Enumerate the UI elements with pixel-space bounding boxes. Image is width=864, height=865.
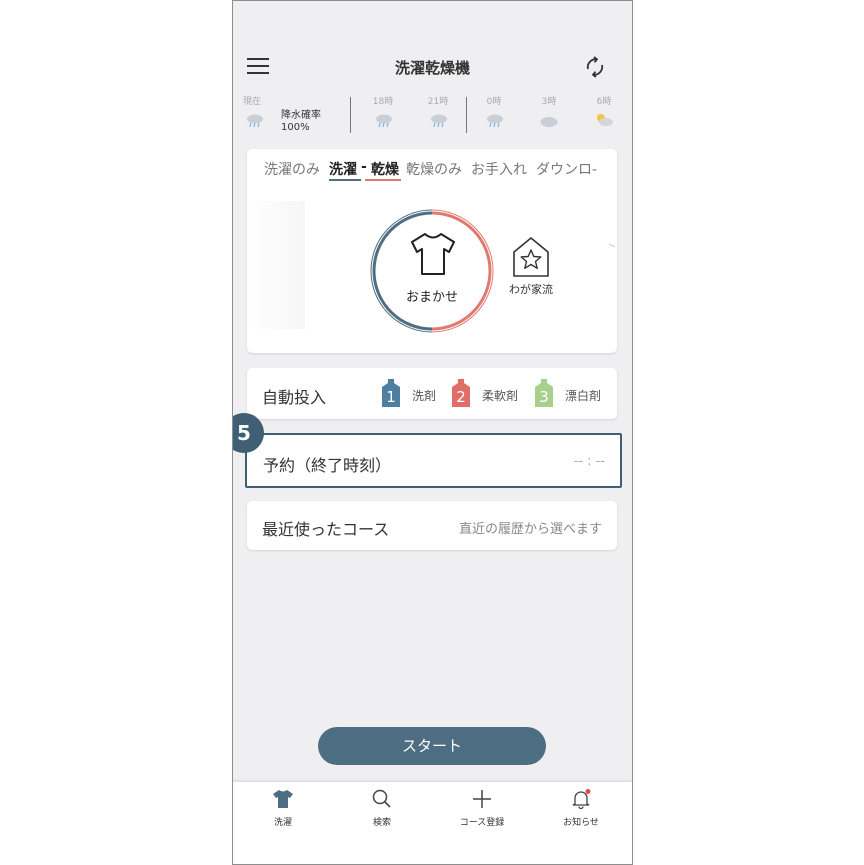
detergent-bottle-icon: 1 [382,379,400,407]
reservation-card[interactable]: 予約（終了時刻） -- : -- [245,433,622,488]
reservation-label: 予約（終了時刻） [263,456,392,475]
weather-time-3: 3時 [541,97,557,107]
bell-icon [572,789,591,810]
cloud-icon [540,117,558,127]
page-title: 洗濯乾燥機 [394,59,470,77]
rain-icon [376,114,392,128]
tab-underline-wash [329,179,361,181]
auto-dose-card[interactable]: 自動投入 1 洗剤 2 柔軟剤 3 漂白剤 [247,368,617,419]
weather-now-label: 現在 [243,97,262,107]
recent-courses-card[interactable]: 最近使ったコース 直近の履歴から選べます [247,501,617,550]
plus-icon [473,790,491,808]
carousel-fade-left [247,201,305,329]
softener-label: 柔軟剤 [482,389,519,403]
tab-maintenance[interactable]: お手入れ [471,159,527,179]
next-mode-icon [608,243,616,248]
softener-bottle-icon: 2 [452,379,470,407]
wagaya-mode-button[interactable]: わが家流 [503,235,557,299]
precip-label: 降水確率 [281,110,321,121]
auto-dose-label: 自動投入 [262,388,327,407]
tab-download[interactable]: ダウンロ- [536,159,597,179]
nav-label-wash: 洗濯 [273,818,292,828]
omakase-mode-button[interactable]: おまかせ [369,208,495,334]
tab-separator: - [361,159,367,175]
weather-time-0: 0時 [486,97,502,107]
nav-item-wash[interactable]: 洗濯 [243,789,323,828]
precip-value: 100% [281,122,310,133]
refresh-icon[interactable] [583,55,607,79]
rain-icon [487,114,503,128]
tab-underline-dry [365,179,401,181]
tab-dry-only[interactable]: 乾燥のみ [406,159,462,179]
rain-icon [431,114,447,128]
tab-wash[interactable]: 洗濯 [329,159,357,179]
weather-divider [350,97,351,133]
phone-screen: 洗濯乾燥機 現在 降水確率 100% 18時 21時 0時 3時 6時 洗濯のみ… [232,0,633,865]
sun-cloud-icon [597,114,613,126]
start-button[interactable]: スタート [318,727,546,765]
tab-wash-only[interactable]: 洗濯のみ [264,159,320,179]
recent-courses-label: 最近使ったコース [262,520,390,539]
shirt-icon [411,233,455,275]
nav-label-search: 検索 [372,818,391,828]
reservation-time-value: -- : -- [573,454,605,469]
bleach-label: 漂白剤 [565,389,602,403]
weather-time-21: 21時 [427,97,449,107]
house-star-icon [513,237,549,277]
omakase-label: おまかせ [405,290,458,305]
weather-divider [466,97,467,133]
carousel-fade-right [559,201,617,329]
nav-label-notifications: お知らせ [563,818,599,828]
nav-item-notifications[interactable]: お知らせ [541,789,621,828]
nav-item-search[interactable]: 検索 [342,789,422,828]
detergent-label: 洗剤 [412,389,437,403]
weather-time-18: 18時 [372,97,394,107]
nav-label-course-register: コース登録 [459,818,505,828]
nav-item-course-register[interactable]: コース登録 [442,789,522,828]
tab-dry[interactable]: 乾燥 [371,159,399,179]
shirt-icon [273,790,293,808]
wagaya-label: わが家流 [509,283,553,296]
search-icon [372,789,391,808]
course-selector-card: 洗濯のみ 洗濯 - 乾燥 乾燥のみ お手入れ ダウンロ- おまかせ わが家流 [247,149,617,353]
recent-courses-hint: 直近の履歴から選べます [458,522,602,537]
rain-icon [247,114,263,128]
bleach-bottle-icon: 3 [535,379,553,407]
weather-time-6: 6時 [596,97,612,107]
